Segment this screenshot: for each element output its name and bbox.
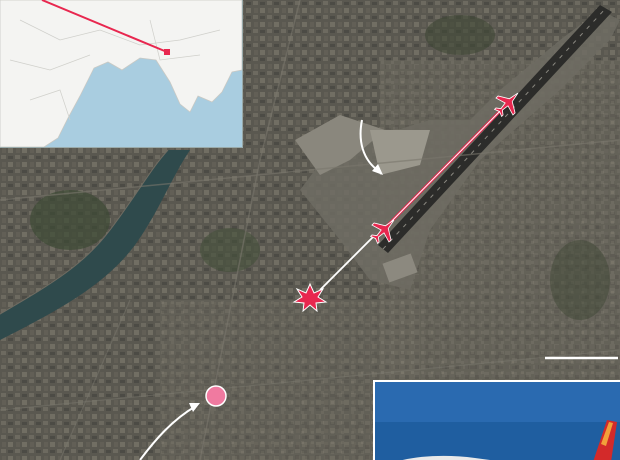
vegetation-patch	[200, 228, 260, 272]
vegetation-patch	[550, 240, 610, 320]
vegetation-patch	[425, 15, 495, 55]
vegetation-patch	[30, 190, 110, 250]
origin-marker-icon	[164, 49, 170, 55]
aircraft-photo-icon	[375, 382, 620, 460]
locator-map-svg	[0, 0, 243, 148]
aircraft-photo-inset	[373, 380, 620, 460]
locator-inset-map	[0, 0, 243, 148]
location-dot-icon	[205, 385, 227, 407]
map-stage	[0, 0, 620, 460]
